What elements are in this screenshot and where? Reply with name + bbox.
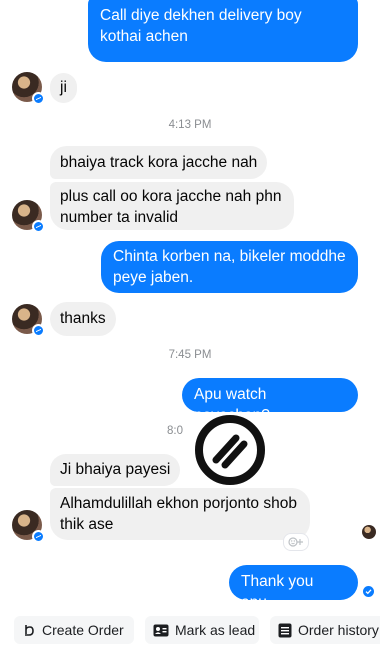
message-text: Alhamdulillah ekhon porjonto shob thik a…	[60, 495, 297, 533]
incoming-message[interactable]: Ji bhaiya payesi	[50, 454, 181, 486]
messenger-badge-icon	[32, 220, 45, 233]
message-text: plus call oo kora jacche nah phn number …	[60, 188, 282, 226]
order-history-label: Order history	[298, 622, 379, 638]
seen-avatar-icon	[362, 525, 376, 539]
message-text: bhaiya track kora jacche nah	[60, 154, 258, 171]
order-history-button[interactable]: Order history	[270, 616, 380, 644]
order-history-icon	[278, 623, 292, 637]
sent-check-icon	[363, 586, 374, 597]
contact-avatar[interactable]	[12, 200, 45, 233]
message-text: Chinta korben na, bikeler moddhe peye ja…	[113, 248, 346, 286]
mark-as-lead-icon	[153, 624, 169, 636]
incoming-message[interactable]: plus call oo kora jacche nah phn number …	[50, 182, 294, 230]
watermark-logo-icon	[194, 414, 266, 486]
mark-as-lead-button[interactable]: Mark as lead	[145, 616, 259, 644]
outgoing-message[interactable]: Chinta korben na, bikeler moddhe peye ja…	[101, 241, 358, 293]
timestamp: 8:0	[167, 425, 183, 437]
incoming-message[interactable]: Alhamdulillah ekhon porjonto shob thik a…	[50, 488, 310, 540]
contact-avatar[interactable]	[12, 510, 45, 543]
timestamp: 4:13 PM	[168, 119, 212, 131]
outgoing-message[interactable]: Thank you apu.	[229, 565, 358, 611]
timestamp: 7:45 PM	[168, 349, 212, 361]
messenger-badge-icon	[32, 530, 45, 543]
message-text: Call diye dekhen delivery boy kothai ach…	[100, 7, 302, 45]
incoming-message[interactable]: thanks	[50, 302, 116, 336]
message-text: ji	[60, 79, 67, 96]
mark-as-lead-label: Mark as lead	[175, 622, 256, 638]
message-text: Thank you apu.	[241, 573, 314, 611]
create-order-label: Create Order	[42, 622, 124, 638]
incoming-message[interactable]: ji	[50, 73, 77, 103]
messenger-badge-icon	[32, 92, 45, 105]
messenger-badge-icon	[32, 324, 45, 337]
message-text: thanks	[60, 310, 106, 327]
contact-avatar[interactable]	[12, 304, 45, 337]
outgoing-message[interactable]: Apu watch peyechen?	[182, 378, 358, 424]
outgoing-message[interactable]: Call diye dekhen delivery boy kothai ach…	[88, 0, 358, 62]
incoming-message[interactable]: bhaiya track kora jacche nah	[50, 146, 268, 179]
message-text: Ji bhaiya payesi	[60, 461, 171, 478]
create-order-icon	[25, 625, 34, 636]
contact-avatar[interactable]	[12, 72, 45, 105]
add-reaction-icon[interactable]	[283, 533, 309, 551]
create-order-button[interactable]: Create Order	[14, 616, 134, 644]
